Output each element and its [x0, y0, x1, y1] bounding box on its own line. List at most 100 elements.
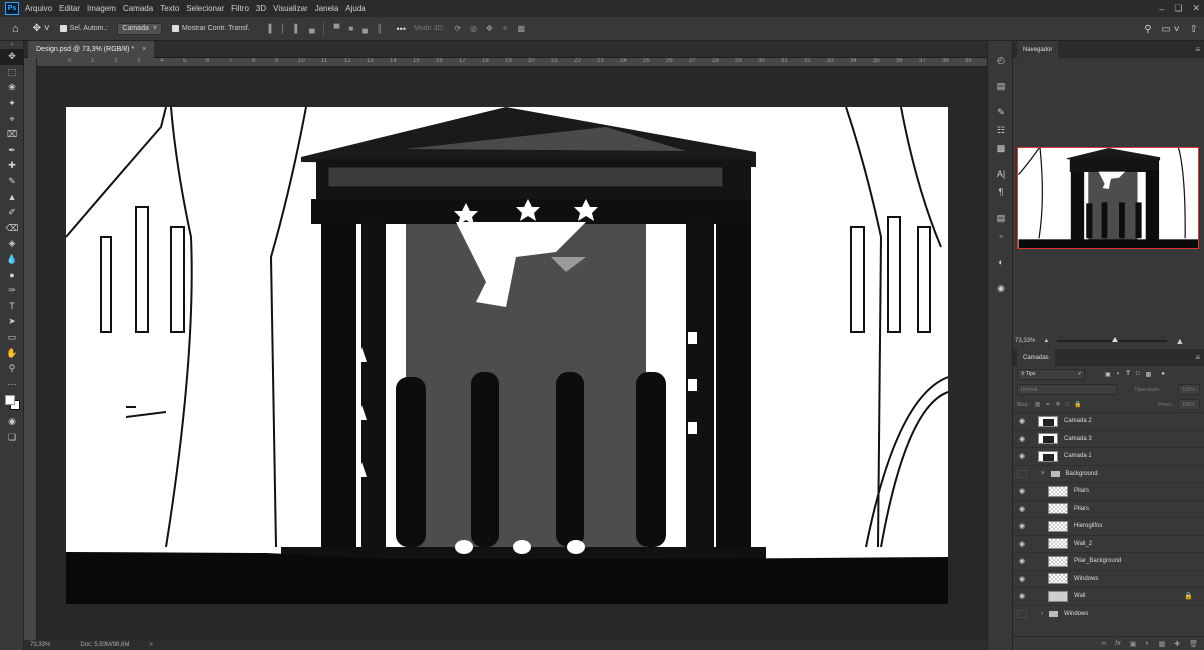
- align-bottom-icon[interactable]: ▄: [309, 24, 315, 33]
- eyedropper-tool-icon[interactable]: ✒: [0, 143, 24, 159]
- lock-position-icon[interactable]: ✥: [1056, 401, 1061, 408]
- brush-settings-icon[interactable]: ✎: [988, 103, 1014, 121]
- new-layer-icon[interactable]: ✚: [1174, 640, 1180, 648]
- lasso-tool-icon[interactable]: ❀: [0, 80, 24, 96]
- blur-tool-icon[interactable]: 💧: [0, 252, 24, 268]
- orbit-3d-icon[interactable]: ⟳: [454, 24, 461, 33]
- zoom-out-icon[interactable]: ▲: [1043, 338, 1049, 344]
- panel-menu-icon[interactable]: ≡: [1195, 45, 1200, 54]
- distribute-icon[interactable]: ║: [377, 24, 383, 33]
- properties-icon[interactable]: ▤: [988, 77, 1014, 95]
- move-tool-preset-icon[interactable]: ✥ ˅: [33, 23, 50, 34]
- fill-field[interactable]: 100%: [1178, 399, 1200, 410]
- navigator-zoom-value[interactable]: 73,33%: [1015, 338, 1035, 344]
- navigator-preview[interactable]: [1017, 147, 1199, 249]
- slide-3d-icon[interactable]: ✧: [502, 24, 509, 33]
- layer-name[interactable]: Hieroglifos: [1074, 523, 1204, 529]
- delete-layer-icon[interactable]: 🗑: [1189, 640, 1198, 648]
- eye-icon[interactable]: ◉: [1017, 557, 1027, 565]
- status-arrow[interactable]: >: [149, 642, 153, 648]
- layer-row[interactable]: ◉ Pilars: [1013, 482, 1204, 500]
- align-right-icon[interactable]: ▌: [294, 24, 300, 33]
- align-middle-icon[interactable]: ■: [348, 24, 353, 33]
- layer-name[interactable]: Camada 3: [1064, 436, 1204, 442]
- eye-icon[interactable]: ◉: [1017, 417, 1027, 425]
- home-icon[interactable]: ⌂: [12, 23, 19, 35]
- menu-editar[interactable]: Editar: [59, 4, 80, 13]
- eye-icon[interactable]: ◉: [1017, 452, 1027, 460]
- chevron-down-icon[interactable]: ˅: [1041, 471, 1045, 477]
- dodge-tool-icon[interactable]: ●: [0, 267, 24, 283]
- filter-pixel-icon[interactable]: ▣: [1105, 371, 1111, 378]
- clone-stamp-tool-icon[interactable]: ▲: [0, 189, 24, 205]
- add-mask-icon[interactable]: ▣: [1130, 640, 1137, 648]
- opacity-field[interactable]: 100%: [1177, 384, 1200, 395]
- layer-row[interactable]: ◉ Windows: [1013, 569, 1204, 588]
- canvas-area[interactable]: [37, 67, 987, 640]
- eye-icon[interactable]: ◉: [1017, 592, 1027, 600]
- auto-select-option[interactable]: Sel. Autom.:: [59, 25, 107, 32]
- restore-icon[interactable]: ❏: [1174, 3, 1182, 14]
- crop-tool-icon[interactable]: ⌖: [0, 111, 24, 127]
- layer-row[interactable]: ◉ Camada 1: [1013, 447, 1204, 465]
- auto-select-dropdown[interactable]: Camada ˅: [117, 22, 162, 35]
- show-transform-option[interactable]: Mostrar Contr. Transf.: [171, 25, 250, 32]
- layer-group-row[interactable]: › Windows: [1013, 604, 1204, 623]
- pen-tool-icon[interactable]: ✑: [0, 283, 24, 299]
- tab-navigator[interactable]: Navegador: [1017, 41, 1059, 58]
- filter-adjustment-icon[interactable]: ◐: [1117, 371, 1121, 377]
- character-icon[interactable]: A|: [988, 165, 1014, 183]
- close-tab-icon[interactable]: ×: [142, 46, 146, 53]
- menu-janela[interactable]: Janela: [315, 4, 339, 13]
- layer-row[interactable]: ◉ Hieroglifos: [1013, 517, 1204, 535]
- brushes-icon[interactable]: ▩: [988, 139, 1014, 157]
- healing-brush-tool-icon[interactable]: ✚: [0, 158, 24, 174]
- adjustment-layer-icon[interactable]: ◐: [1145, 640, 1149, 647]
- layer-name[interactable]: Pilar_Background: [1074, 558, 1204, 564]
- layer-name[interactable]: Windows: [1074, 576, 1204, 582]
- scale-3d-icon[interactable]: ▩: [517, 24, 525, 33]
- menu-filtro[interactable]: Filtro: [231, 4, 249, 13]
- quick-mask-icon[interactable]: ◉: [0, 414, 24, 430]
- eye-icon[interactable]: ◉: [1017, 487, 1027, 495]
- layer-row[interactable]: ◉ Pilars: [1013, 499, 1204, 518]
- panel-menu-icon[interactable]: ≡: [1195, 353, 1200, 362]
- foreground-color-swatch[interactable]: [5, 395, 15, 406]
- layer-name[interactable]: Wall: [1074, 593, 1184, 599]
- layer-name[interactable]: Pilars: [1074, 488, 1204, 494]
- status-zoom[interactable]: 73,33%: [30, 642, 50, 648]
- artboard[interactable]: [66, 107, 948, 604]
- close-icon[interactable]: ✕: [1192, 3, 1200, 14]
- swatches-icon[interactable]: ◉: [988, 279, 1014, 297]
- magic-wand-tool-icon[interactable]: ✦: [0, 96, 24, 112]
- menu-ajuda[interactable]: Ajuda: [345, 4, 365, 13]
- move-tool-icon[interactable]: ✥: [0, 49, 24, 65]
- eye-icon[interactable]: ◉: [1017, 540, 1027, 548]
- align-left-icon[interactable]: ▐: [266, 24, 272, 33]
- adjustments-icon[interactable]: ☷: [988, 121, 1014, 139]
- eye-icon[interactable]: ◉: [1017, 575, 1027, 583]
- filter-smart-object-icon[interactable]: ▩: [1146, 371, 1152, 378]
- search-icon[interactable]: ⚲: [1144, 24, 1151, 35]
- visibility-toggle[interactable]: [1017, 609, 1027, 618]
- more-options-button[interactable]: •••: [397, 24, 406, 34]
- align-base-icon[interactable]: ▄: [362, 24, 368, 33]
- workspace-icon[interactable]: ▭ ˅: [1162, 24, 1180, 35]
- hand-tool-icon[interactable]: ✋: [0, 345, 24, 361]
- lock-transparency-icon[interactable]: ▦: [1035, 401, 1041, 408]
- menu-camada[interactable]: Camada: [123, 4, 153, 13]
- layer-name[interactable]: Windows: [1064, 611, 1204, 617]
- menu-visualizar[interactable]: Visualizar: [273, 4, 308, 13]
- auto-select-checkbox[interactable]: [59, 25, 67, 32]
- tab-layers[interactable]: Camadas: [1017, 349, 1055, 366]
- eraser-tool-icon[interactable]: ⌫: [0, 221, 24, 237]
- filter-shape-icon[interactable]: □: [1136, 371, 1140, 377]
- eye-icon[interactable]: ◉: [1017, 522, 1027, 530]
- chevron-right-icon[interactable]: ›: [1041, 611, 1043, 617]
- type-tool-icon[interactable]: T: [0, 299, 24, 315]
- glyphs-icon[interactable]: ▫: [988, 227, 1014, 245]
- frame-tool-icon[interactable]: ⌧: [0, 127, 24, 143]
- align-top-icon[interactable]: ▀: [334, 24, 340, 33]
- lock-pixels-icon[interactable]: ✒: [1045, 401, 1050, 408]
- path-selection-tool-icon[interactable]: ➤: [0, 314, 24, 330]
